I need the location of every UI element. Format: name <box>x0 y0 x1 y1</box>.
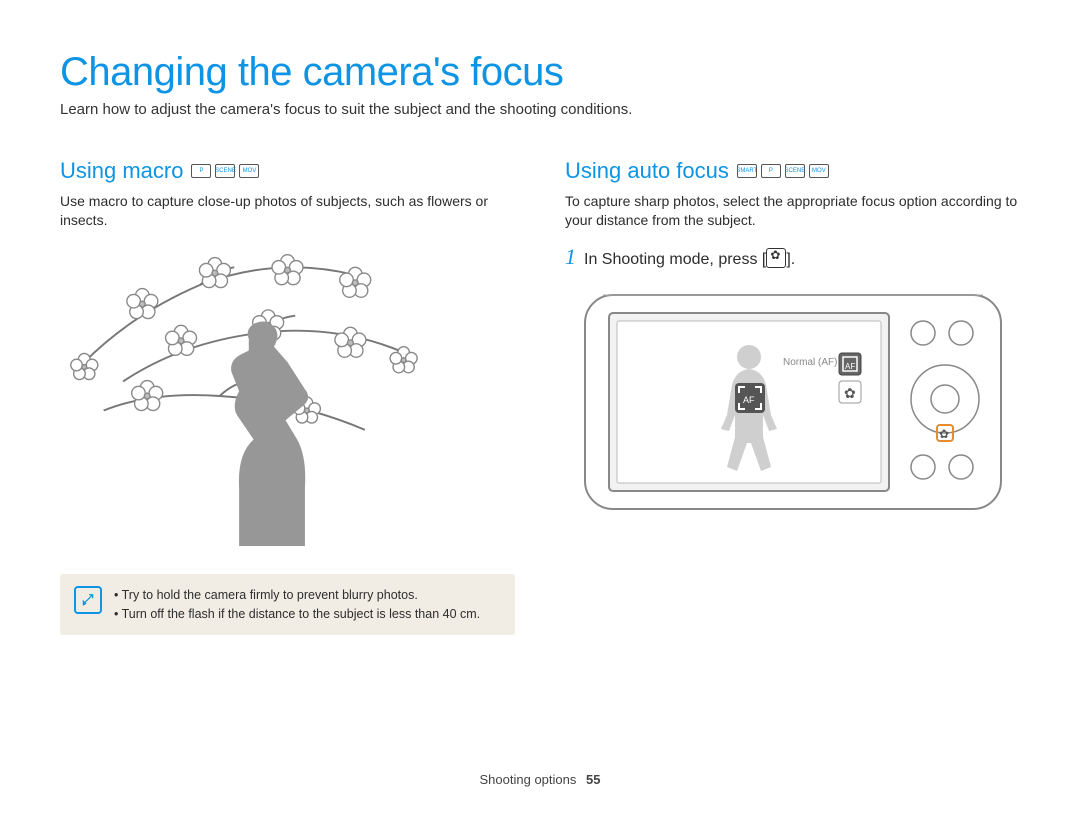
step-text-after: ]. <box>786 251 795 268</box>
tip-item: Turn off the flash if the distance to th… <box>114 605 499 624</box>
camera-af-badge: AF <box>845 362 855 371</box>
svg-text:✿: ✿ <box>844 385 856 401</box>
mode-icon: P <box>191 164 211 178</box>
page-footer: Shooting options 55 <box>0 772 1080 787</box>
section-heading-autofocus: Using auto focus SMART P SCENE MOV <box>565 158 1020 184</box>
svg-text:AF: AF <box>743 395 755 405</box>
mode-icons-macro: P SCENE MOV <box>191 164 259 178</box>
mode-icon: SCENE <box>785 164 805 178</box>
step-number: 1 <box>565 246 576 268</box>
page-title: Changing the camera's focus <box>60 50 1020 95</box>
illustration-macro-flowers <box>60 246 515 546</box>
note-icon <box>74 586 102 614</box>
mode-icon: SCENE <box>215 164 235 178</box>
page-subtitle: Learn how to adjust the camera's focus t… <box>60 101 1020 118</box>
mode-icon: MOV <box>809 164 829 178</box>
svg-text:✿: ✿ <box>939 427 949 441</box>
mode-icons-autofocus: SMART P SCENE MOV <box>737 164 829 178</box>
mode-icon: MOV <box>239 164 259 178</box>
section-heading-macro-text: Using macro <box>60 158 183 184</box>
camera-label-text: Normal (AF) <box>783 357 837 368</box>
mode-icon: P <box>761 164 781 178</box>
section-heading-autofocus-text: Using auto focus <box>565 158 729 184</box>
mode-icon: SMART <box>737 164 757 178</box>
column-left: Using macro P SCENE MOV Use macro to cap… <box>60 158 515 635</box>
column-right: Using auto focus SMART P SCENE MOV To ca… <box>565 158 1020 635</box>
step-text-before: In Shooting mode, press [ <box>584 251 766 268</box>
footer-section: Shooting options <box>480 772 577 787</box>
step-1: 1 In Shooting mode, press []. <box>565 246 1020 269</box>
section-heading-macro: Using macro P SCENE MOV <box>60 158 515 184</box>
macro-button-icon <box>766 248 786 268</box>
tips-box: Try to hold the camera firmly to prevent… <box>60 574 515 636</box>
camera-illustration: Normal (AF) AF ✿ AF <box>583 287 1003 522</box>
section-body-autofocus: To capture sharp photos, select the appr… <box>565 192 1020 230</box>
footer-page-number: 55 <box>586 772 600 787</box>
section-body-macro: Use macro to capture close-up photos of … <box>60 192 515 230</box>
step-text: In Shooting mode, press []. <box>584 248 795 269</box>
tip-item: Try to hold the camera firmly to prevent… <box>114 586 499 605</box>
